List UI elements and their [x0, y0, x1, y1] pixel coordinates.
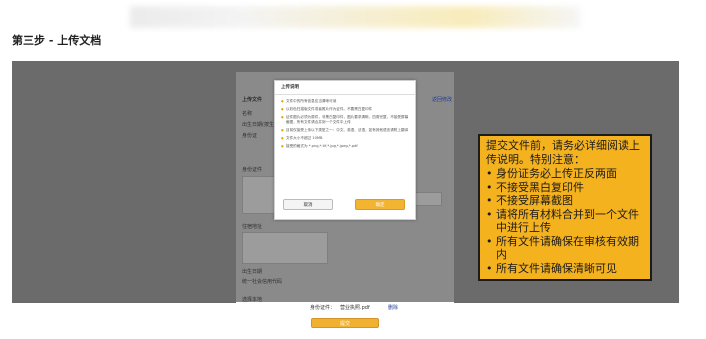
callout-point: 不接受屏幕截图: [486, 194, 644, 208]
address-field[interactable]: [242, 232, 328, 264]
callout-point: 不接受黑白复印件: [486, 181, 644, 195]
uploaded-file-name: 营业执照.pdf: [340, 305, 370, 311]
modal-cancel-button[interactable]: 取消: [283, 199, 333, 210]
delete-file-link[interactable]: 删除: [388, 304, 398, 311]
callout-points-list: 身份证务必上传正反两面 不接受黑白复印件 不接受屏幕截图 请将所有材料合并到一个…: [486, 167, 644, 275]
callout-point: 身份证务必上传正反两面: [486, 167, 644, 181]
field-label-name: 名称: [242, 111, 253, 117]
modal-instruction-item: 目前仅接受上传以下类型之一：中文、英语、法语，如有其他语言请附上翻译: [281, 128, 409, 133]
return-edit-link[interactable]: 返回修改: [432, 96, 452, 103]
modal-instruction-item: 证件图片必须为原件，非黑白复印件，图片要求清晰，四角完整，不接受屏幕截图，所有文…: [281, 115, 409, 125]
field-label-birthdate: 出生日期: [242, 269, 263, 275]
field-label-id-document: 身份证件: [242, 167, 263, 173]
field-label-credit-code: 统一社会信用代码: [242, 279, 283, 285]
uploaded-file-row: 身份证件： 营业执照.pdf 删除: [236, 302, 454, 314]
modal-instruction-item: 文件大小不超过 10MB: [281, 136, 409, 141]
modal-instruction-item: 文件中的所有信息应当清晰可读: [281, 99, 409, 104]
modal-instruction-item: 以彩色扫描版文件或者照片作为证件。不要黑白复印件: [281, 107, 409, 112]
form-section-title: 上传文件: [242, 97, 263, 103]
field-label-address: 住宿地址: [242, 224, 263, 230]
submit-button[interactable]: 提交: [311, 318, 379, 328]
modal-confirm-button[interactable]: 确定: [355, 199, 405, 210]
upload-instructions-modal: 上传说明 文件中的所有信息应当清晰可读 以彩色扫描版文件或者照片作为证件。不要黑…: [274, 80, 416, 220]
callout-intro: 提交文件前，请务必详细阅读上传说明。特别注意：: [486, 139, 640, 166]
callout-point: 所有文件请确保在审核有效期内: [486, 235, 644, 262]
callout-point: 所有文件请确保清晰可见: [486, 262, 644, 276]
modal-instructions-list: 文件中的所有信息应当清晰可读 以彩色扫描版文件或者照片作为证件。不要黑白复印件 …: [281, 99, 409, 152]
callout-point: 请将所有材料合并到一个文件中进行上传: [486, 208, 644, 235]
upload-notice-callout: 提交文件前，请务必详细阅读上传说明。特别注意： 身份证务必上传正反两面 不接受黑…: [478, 134, 652, 281]
modal-instruction-item: 接受的格式为 *.png,*.tif,*.jpg,*.jpeg,*.pdf: [281, 144, 409, 149]
uploaded-file-label: 身份证件：: [310, 305, 336, 311]
blurred-header-banner: [130, 6, 580, 28]
modal-title: 上传说明: [275, 81, 415, 95]
step-title: 第三步 - 上传文档: [12, 34, 102, 47]
field-label-id-card: 身份证: [242, 133, 258, 139]
